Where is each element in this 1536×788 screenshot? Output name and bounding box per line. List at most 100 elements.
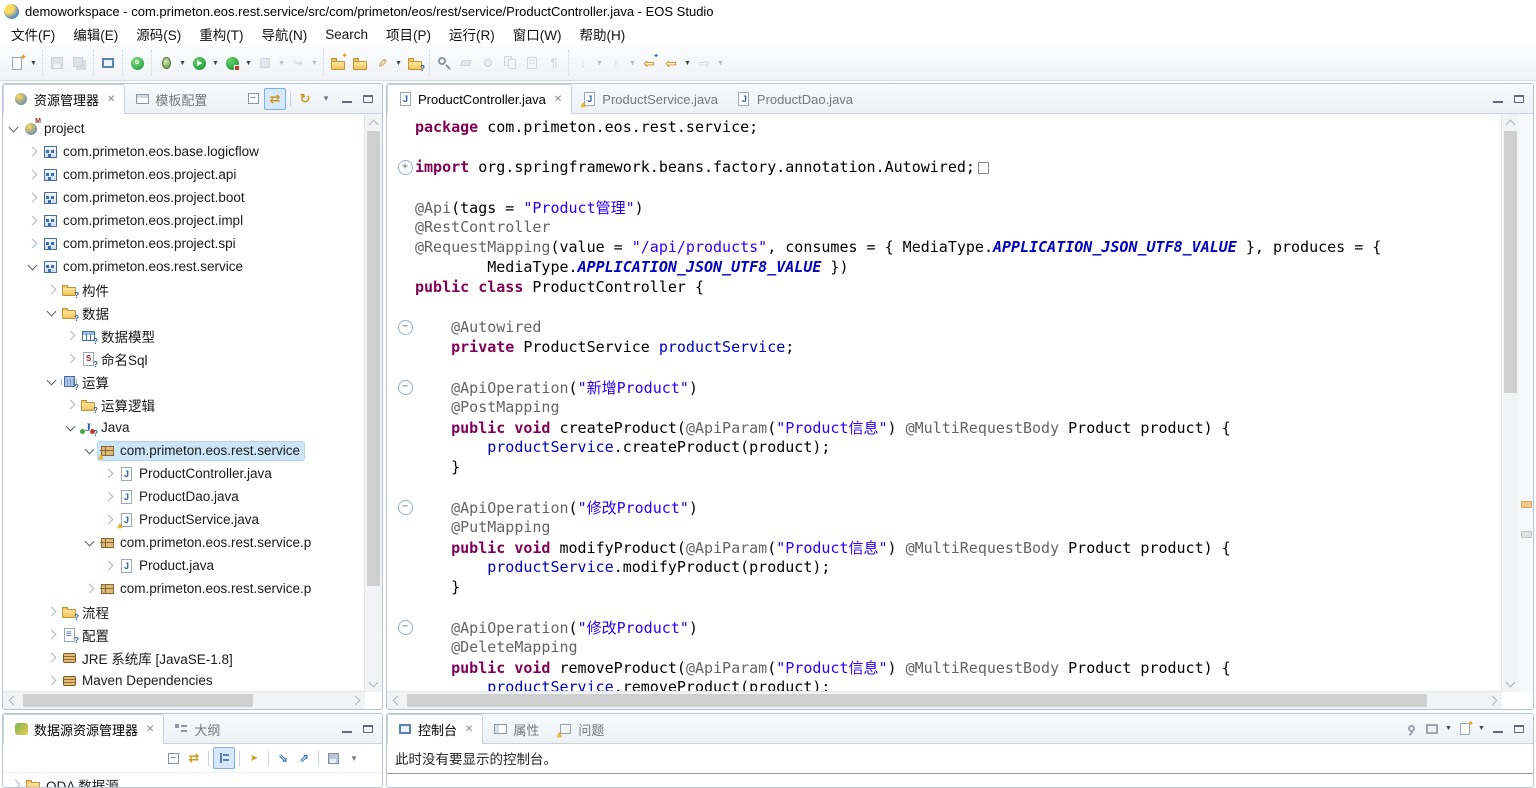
expander-open-icon[interactable] <box>43 380 60 384</box>
tab-productdao-java[interactable]: ProductDao.java <box>727 85 862 113</box>
build-all-button[interactable] <box>477 52 499 74</box>
run-external-dropdown[interactable]: ▼ <box>243 60 254 67</box>
scroll-down-arrow[interactable] <box>365 675 382 692</box>
maximize-button[interactable] <box>1509 719 1529 739</box>
tab-模板配置[interactable]: 模板配置 <box>125 85 216 113</box>
expander-closed-icon[interactable] <box>43 654 60 661</box>
run-tool-dropdown[interactable]: ▼ <box>393 60 404 67</box>
menu-item-重构-t[interactable]: 重构(T) <box>190 21 252 47</box>
eos-server-start-button[interactable] <box>126 52 148 74</box>
expander-closed-icon[interactable] <box>62 355 79 362</box>
tab-productservice-java[interactable]: ▲ProductService.java <box>572 85 727 113</box>
tree-vertical-scrollbar[interactable] <box>364 114 382 692</box>
run-dropdown[interactable]: ▼ <box>210 60 221 67</box>
display-selected-console-dropdown[interactable]: ▼ <box>1443 725 1454 732</box>
next-annotation-button[interactable] <box>572 52 594 74</box>
open-resource-button[interactable] <box>349 52 371 74</box>
scroll-up-arrow[interactable] <box>1502 114 1519 131</box>
tree-item[interactable]: ODA 数据源 <box>3 773 382 788</box>
link-with-editor-button[interactable] <box>184 748 204 768</box>
expander-closed-icon[interactable] <box>24 217 41 224</box>
link-with-editor-button[interactable] <box>264 88 286 110</box>
refresh-button[interactable] <box>295 89 315 109</box>
debug-dropdown[interactable]: ▼ <box>177 60 188 67</box>
close-icon[interactable]: ✕ <box>465 724 473 735</box>
show-whitespace-button[interactable] <box>543 52 565 74</box>
open-console-dropdown[interactable]: ▼ <box>1476 725 1487 732</box>
stop-dropdown[interactable]: ▼ <box>276 60 287 67</box>
view-menu-button[interactable] <box>316 89 336 109</box>
tab-大纲[interactable]: 大纲 <box>164 715 229 743</box>
menu-item-运行-r[interactable]: 运行(R) <box>440 21 504 47</box>
expander-closed-icon[interactable] <box>43 631 60 638</box>
tree-horizontal-scrollbar[interactable] <box>3 691 365 709</box>
minimize-button[interactable] <box>337 89 357 109</box>
export-config-button[interactable] <box>294 748 314 768</box>
editor-horizontal-scrollbar[interactable] <box>387 691 1502 709</box>
tree-item-com-primeton-eos-rest-service[interactable]: com.primeton.eos.rest.service <box>3 255 365 278</box>
tab-控制台[interactable]: 控制台✕ <box>387 714 483 744</box>
tree-item-maven-dependencies[interactable]: Maven Dependencies <box>3 669 365 692</box>
tree-item-com-primeton-eos-project-impl[interactable]: com.primeton.eos.project.impl <box>3 209 365 232</box>
save-all-button[interactable] <box>68 52 90 74</box>
expander-open-icon[interactable] <box>81 541 98 545</box>
warning-marker[interactable] <box>1521 501 1532 508</box>
expander-open-icon[interactable] <box>24 265 41 269</box>
tree-item-com-primeton-eos-rest-service-p[interactable]: com.primeton.eos.rest.service.p <box>3 577 365 600</box>
fold-minus-icon[interactable]: − <box>395 380 415 395</box>
tab-资源管理器[interactable]: 资源管理器✕ <box>3 84 125 114</box>
close-icon[interactable]: ✕ <box>146 724 154 735</box>
scroll-thumb[interactable] <box>407 694 1427 707</box>
maximize-button[interactable] <box>358 719 378 739</box>
scroll-thumb[interactable] <box>23 694 253 707</box>
expander-closed-icon[interactable] <box>81 585 98 592</box>
expander-closed-icon[interactable] <box>62 332 79 339</box>
expander-open-icon[interactable] <box>5 127 22 131</box>
forward-button[interactable] <box>693 52 715 74</box>
tree-item-com-primeton-eos-project-boot[interactable]: com.primeton.eos.project.boot <box>3 186 365 209</box>
previous-annotation-dropdown[interactable]: ▼ <box>627 60 638 67</box>
new-wizard-dropdown[interactable]: ▼ <box>28 60 39 67</box>
expander-closed-icon[interactable] <box>62 401 79 408</box>
expander-closed-icon[interactable] <box>100 493 117 500</box>
tree-item-java[interactable]: ?Java <box>3 416 365 439</box>
scroll-thumb[interactable] <box>1504 131 1517 393</box>
open-eos-resource-button[interactable]: ✦ <box>327 52 349 74</box>
expander-closed-icon[interactable] <box>24 194 41 201</box>
expander-closed-icon[interactable] <box>100 562 117 569</box>
close-icon[interactable]: ✕ <box>554 94 562 105</box>
tab-问题[interactable]: ▲问题 <box>548 715 613 743</box>
menu-item-编辑-e[interactable]: 编辑(E) <box>64 21 127 47</box>
tree-mode-button[interactable] <box>213 747 235 769</box>
menu-item-导航-n[interactable]: 导航(N) <box>253 21 317 47</box>
save-button[interactable] <box>323 748 343 768</box>
preview-button[interactable] <box>521 52 543 74</box>
expander-closed-icon[interactable] <box>24 148 41 155</box>
search-resource-button[interactable]: ? <box>404 52 426 74</box>
back-button[interactable] <box>660 52 682 74</box>
tree-item-配置[interactable]: ?配置 <box>3 623 365 646</box>
menu-item-项目-p[interactable]: 项目(P) <box>377 21 440 47</box>
scroll-thumb[interactable] <box>367 131 380 586</box>
scroll-left-arrow[interactable] <box>387 692 404 709</box>
scroll-left-arrow[interactable] <box>3 692 20 709</box>
next-annotation-dropdown[interactable]: ▼ <box>594 60 605 67</box>
tree-item-com-primeton-eos-project-api[interactable]: com.primeton.eos.project.api <box>3 163 365 186</box>
menu-item-search[interactable]: Search <box>316 24 377 45</box>
annotation-ruler[interactable] <box>1519 114 1533 692</box>
tree-item-运算[interactable]: ?运算 <box>3 370 365 393</box>
expander-open-icon[interactable] <box>62 426 79 430</box>
back-dropdown[interactable]: ▼ <box>682 60 693 67</box>
tree-item-com-primeton-eos-project-spi[interactable]: com.primeton.eos.project.spi <box>3 232 365 255</box>
pin-console-button[interactable] <box>1401 719 1421 739</box>
tree-item-数据[interactable]: ?数据 <box>3 301 365 324</box>
tree-item-com-primeton-eos-base-logicflow[interactable]: com.primeton.eos.base.logicflow <box>3 140 365 163</box>
tab-属性[interactable]: 属性 <box>483 715 548 743</box>
tree-item-com-primeton-eos-rest-service-p[interactable]: com.primeton.eos.rest.service.p <box>3 531 365 554</box>
project-tree[interactable]: Mprojectcom.primeton.eos.base.logicflowc… <box>3 114 365 692</box>
save-button[interactable] <box>46 52 68 74</box>
import-config-button[interactable] <box>273 748 293 768</box>
info-marker[interactable] <box>1521 531 1532 538</box>
expander-open-icon[interactable] <box>43 311 60 315</box>
minimize-button[interactable] <box>1488 89 1508 109</box>
